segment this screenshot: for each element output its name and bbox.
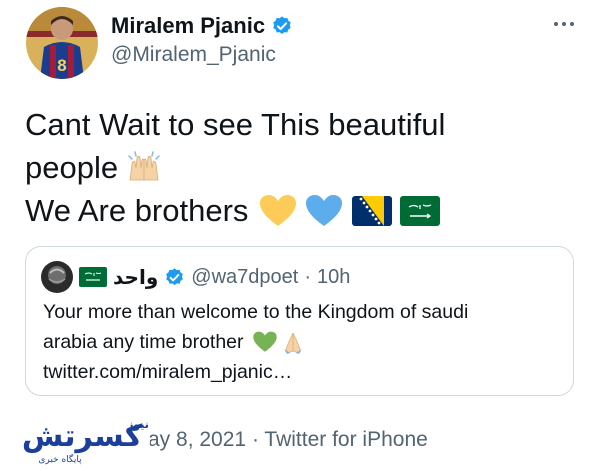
author-name-row: Miralem Pjanic xyxy=(111,11,293,41)
tweet-date[interactable]: ay 8, 2021 xyxy=(148,428,246,451)
quoted-line-2-text: arabia any time brother xyxy=(43,331,244,353)
watermark-subtitle: پایگاه خبری xyxy=(38,453,82,465)
tweet-line-3-text: We Are brothers xyxy=(25,193,249,228)
quoted-avatar-photo xyxy=(41,261,73,293)
jersey-number: 8 xyxy=(57,56,66,75)
verified-badge-icon xyxy=(166,267,184,285)
quoted-separator: · xyxy=(304,265,311,288)
quoted-line-1: Your more than welcome to the Kingdom of… xyxy=(43,301,469,323)
tweet-line-3: We Are brothers xyxy=(25,189,585,232)
quoted-tweet[interactable]: واحد @wa7dpoet · 10h Your more than welc… xyxy=(25,246,574,396)
metadata-separator: · xyxy=(251,428,259,451)
quoted-tweet-text: Your more than welcome to the Kingdom of… xyxy=(43,297,563,387)
quoted-tweet-header: واحد @wa7dpoet · 10h xyxy=(41,261,350,293)
raising-hands-emoji xyxy=(128,150,160,180)
bosnia-flag-emoji xyxy=(352,195,393,226)
quoted-author-name[interactable]: واحد xyxy=(113,265,158,290)
more-dot xyxy=(554,22,558,26)
verified-badge-icon xyxy=(273,16,291,34)
more-dot xyxy=(570,22,574,26)
author-avatar[interactable]: 8 xyxy=(26,7,98,79)
tweet-line-2-text: people xyxy=(25,150,119,185)
watermark-brand: کسرتش xyxy=(22,419,143,454)
tweet-source[interactable]: Twitter for iPhone xyxy=(264,428,427,451)
quoted-line-2: arabia any time brother xyxy=(43,327,563,357)
quoted-time[interactable]: 10h xyxy=(317,266,350,289)
author-name[interactable]: Miralem Pjanic xyxy=(111,13,265,39)
more-dot xyxy=(562,22,566,26)
green-heart-emoji xyxy=(252,331,277,352)
quoted-author-handle[interactable]: @wa7dpoet xyxy=(191,266,298,289)
quoted-link[interactable]: twitter.com/miralem_pjanic… xyxy=(43,357,563,387)
tweet-line-1: Cant Wait to see This beautiful xyxy=(25,103,585,146)
author-handle[interactable]: @Miralem_Pjanic xyxy=(111,43,276,67)
tweet-line-1-text: Cant Wait to see This beautiful xyxy=(25,107,446,142)
tweet-metadata: ay 8, 2021 · Twitter for iPhone xyxy=(148,428,428,452)
watermark-tag: نیوز xyxy=(126,418,149,431)
news-watermark-logo: کسرتش نیوز پایگاه خبری xyxy=(4,412,150,466)
tweet-line-2: people xyxy=(25,146,585,189)
saudi-flag-emoji xyxy=(400,195,441,226)
tweet-text: Cant Wait to see This beautiful people W… xyxy=(25,103,585,232)
watermark-logo-graphic: کسرتش نیوز پایگاه خبری xyxy=(4,412,150,466)
yellow-heart-emoji xyxy=(260,194,297,226)
blue-heart-emoji xyxy=(306,194,343,226)
saudi-flag-emoji xyxy=(79,267,107,287)
folded-hands-emoji xyxy=(283,332,302,354)
avatar-photo: 8 xyxy=(26,7,98,79)
quoted-author-avatar[interactable] xyxy=(41,261,73,293)
more-options-icon[interactable] xyxy=(549,10,579,38)
